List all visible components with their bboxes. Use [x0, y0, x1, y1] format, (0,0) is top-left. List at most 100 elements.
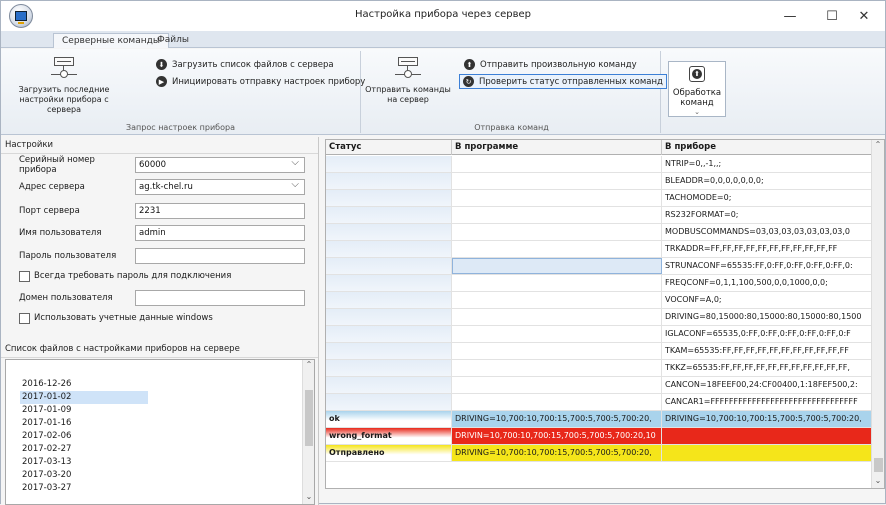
table-row[interactable]: TKKZ=65535:FF,FF,FF,FF,FF,FF,FF,FF,FF,FF… [326, 360, 872, 377]
status-cell[interactable] [326, 224, 452, 240]
always-password-checkbox[interactable]: Всегда требовать пароль для подключения [19, 269, 231, 283]
device-cell[interactable] [662, 428, 872, 444]
table-row[interactable]: CANCON=18FEEF00,24:CF00400,1:18FEF500,2: [326, 377, 872, 394]
status-cell[interactable] [326, 156, 452, 172]
table-row[interactable]: RS232FORMAT=0; [326, 207, 872, 224]
status-cell[interactable] [326, 377, 452, 393]
close-button[interactable]: ✕ [843, 1, 885, 31]
status-cell[interactable] [326, 173, 452, 189]
file-list-item[interactable]: 2017-03-27 [20, 482, 148, 495]
load-file-list-button[interactable]: ⬇ Загрузить список файлов с сервера [153, 57, 337, 72]
program-cell[interactable] [452, 173, 662, 189]
check-status-button[interactable]: ↻ Проверить статус отправленных команд [459, 74, 667, 89]
device-cell[interactable]: TKKZ=65535:FF,FF,FF,FF,FF,FF,FF,FF,FF,FF… [662, 360, 872, 376]
table-row[interactable]: TRKADDR=FF,FF,FF,FF,FF,FF,FF,FF,FF,FF,FF [326, 241, 872, 258]
send-commands-button[interactable]: Отправить команды на сервер [363, 57, 453, 105]
file-list-item[interactable]: 2017-01-16 [20, 417, 148, 430]
scroll-thumb[interactable] [305, 390, 313, 446]
device-cell[interactable]: CANCON=18FEEF00,24:CF00400,1:18FEF500,2: [662, 377, 872, 393]
device-cell[interactable]: DRIVING=10,700:10,700:15,700:5,700:5,700… [662, 411, 872, 427]
program-cell[interactable] [452, 394, 662, 410]
status-cell[interactable] [326, 241, 452, 257]
tab-files[interactable]: Файлы [149, 33, 197, 48]
device-cell[interactable]: TKAM=65535:FF,FF,FF,FF,FF,FF,FF,FF,FF,FF… [662, 343, 872, 359]
program-cell[interactable] [452, 190, 662, 206]
device-cell[interactable]: CANCAR1=FFFFFFFFFFFFFFFFFFFFFFFFFFFFFFFF [662, 394, 872, 410]
serial-number-select[interactable]: 60000 [135, 157, 305, 173]
status-cell[interactable] [326, 326, 452, 342]
program-cell[interactable]: DRIVIN=10,700:10,700:15,700:5,700:5,700:… [452, 428, 662, 444]
status-cell[interactable]: Отправлено [326, 445, 452, 461]
username-input[interactable]: admin [135, 225, 305, 241]
file-list[interactable]: 2016-12-26 2017-01-02 2017-01-09 2017-01-16… [5, 359, 315, 505]
checkbox-box[interactable] [19, 312, 30, 324]
table-row[interactable]: CANCAR1=FFFFFFFFFFFFFFFFFFFFFFFFFFFFFFFF [326, 394, 872, 411]
use-windows-credentials-checkbox[interactable]: Использовать учетные данные windows [19, 311, 213, 325]
scroll-down-icon[interactable]: ⌄ [303, 492, 315, 504]
program-cell[interactable] [452, 258, 662, 274]
table-row[interactable]: TKAM=65535:FF,FF,FF,FF,FF,FF,FF,FF,FF,FF… [326, 343, 872, 360]
table-row[interactable]: ok DRIVING=10,700:10,700:15,700:5,700:5,7… [326, 411, 872, 428]
device-cell[interactable]: BLEADDR=0,0,0,0,0,0,0; [662, 173, 872, 189]
scroll-thumb[interactable] [874, 458, 883, 472]
table-row[interactable]: TACHOMODE=0; [326, 190, 872, 207]
table-row[interactable]: IGLACONF=65535,0:FF,0:FF,0:FF,0:FF,0:FF,… [326, 326, 872, 343]
status-cell[interactable]: ok [326, 411, 452, 427]
minimize-button[interactable]: — [769, 1, 811, 31]
domain-input[interactable] [135, 290, 305, 306]
device-cell[interactable]: TRKADDR=FF,FF,FF,FF,FF,FF,FF,FF,FF,FF,FF [662, 241, 872, 257]
status-cell[interactable] [326, 275, 452, 291]
status-cell[interactable] [326, 343, 452, 359]
status-cell[interactable] [326, 207, 452, 223]
status-cell[interactable] [326, 258, 452, 274]
password-input[interactable] [135, 248, 305, 264]
file-list-item[interactable]: 2017-02-06 [20, 430, 148, 443]
program-cell[interactable]: DRIVING=10,700:10,700:15,700:5,700:5,700… [452, 445, 662, 461]
table-row[interactable]: NTRIP=0,,-1,,; [326, 156, 872, 173]
program-cell[interactable]: DRIVING=10,700:10,700:15,700:5,700:5,700… [452, 411, 662, 427]
device-cell[interactable]: IGLACONF=65535,0:FF,0:FF,0:FF,0:FF,0:FF,… [662, 326, 872, 342]
command-processing-button[interactable]: ⬆ Обработка команд ⌄ [668, 61, 726, 117]
status-cell[interactable] [326, 309, 452, 325]
program-cell[interactable] [452, 224, 662, 240]
checkbox-box[interactable] [19, 270, 30, 282]
table-row[interactable]: MODBUSCOMMANDS=03,03,03,03,03,03,03,0 [326, 224, 872, 241]
scroll-down-icon[interactable]: ⌄ [872, 476, 884, 488]
port-input[interactable]: 2231 [135, 203, 305, 219]
status-cell[interactable] [326, 360, 452, 376]
scroll-up-icon[interactable]: ⌃ [872, 140, 884, 152]
program-cell[interactable] [452, 156, 662, 172]
file-list-item[interactable]: 2017-03-20 [20, 469, 148, 482]
init-send-settings-button[interactable]: ▶ Инициировать отправку настроек прибору [153, 74, 368, 89]
program-cell[interactable] [452, 207, 662, 223]
grid-scrollbar[interactable]: ⌃ ⌄ [871, 140, 884, 488]
table-row[interactable]: STRUNACONF=65535:FF,0:FF,0:FF,0:FF,0:FF,… [326, 258, 872, 275]
status-cell[interactable] [326, 394, 452, 410]
device-cell[interactable]: FREQCONF=0,1,1,100,500,0,0,1000,0,0; [662, 275, 872, 291]
table-row[interactable]: Отправлено DRIVING=10,700:10,700:15,700:5… [326, 445, 872, 462]
file-list-scrollbar[interactable]: ⌃ ⌄ [302, 360, 314, 504]
device-cell[interactable]: STRUNACONF=65535:FF,0:FF,0:FF,0:FF,0:FF,… [662, 258, 872, 274]
table-row[interactable]: BLEADDR=0,0,0,0,0,0,0; [326, 173, 872, 190]
server-address-select[interactable]: ag.tk-chel.ru [135, 179, 305, 195]
column-program[interactable]: В программе [452, 140, 662, 155]
status-cell[interactable] [326, 190, 452, 206]
scroll-up-icon[interactable]: ⌃ [303, 360, 315, 372]
program-cell[interactable] [452, 343, 662, 359]
file-list-item[interactable]: 2017-01-02 [20, 391, 148, 404]
load-last-settings-button[interactable]: Загрузить последние настройки прибора с … [5, 57, 123, 115]
status-cell[interactable] [326, 292, 452, 308]
program-cell[interactable] [452, 241, 662, 257]
column-status[interactable]: Статус [326, 140, 452, 155]
device-cell[interactable]: NTRIP=0,,-1,,; [662, 156, 872, 172]
file-list-item[interactable]: 2017-03-13 [20, 456, 148, 469]
program-cell[interactable] [452, 309, 662, 325]
program-cell[interactable] [452, 275, 662, 291]
device-cell[interactable]: RS232FORMAT=0; [662, 207, 872, 223]
device-cell[interactable]: VOCONF=A,0; [662, 292, 872, 308]
file-list-item[interactable]: 2016-12-26 [20, 378, 148, 391]
column-device[interactable]: В приборе [662, 140, 872, 155]
table-row[interactable]: DRIVING=80,15000:80,15000:80,15000:80,15… [326, 309, 872, 326]
file-list-item[interactable]: 2017-01-09 [20, 404, 148, 417]
file-list-item[interactable]: 2017-02-27 [20, 443, 148, 456]
